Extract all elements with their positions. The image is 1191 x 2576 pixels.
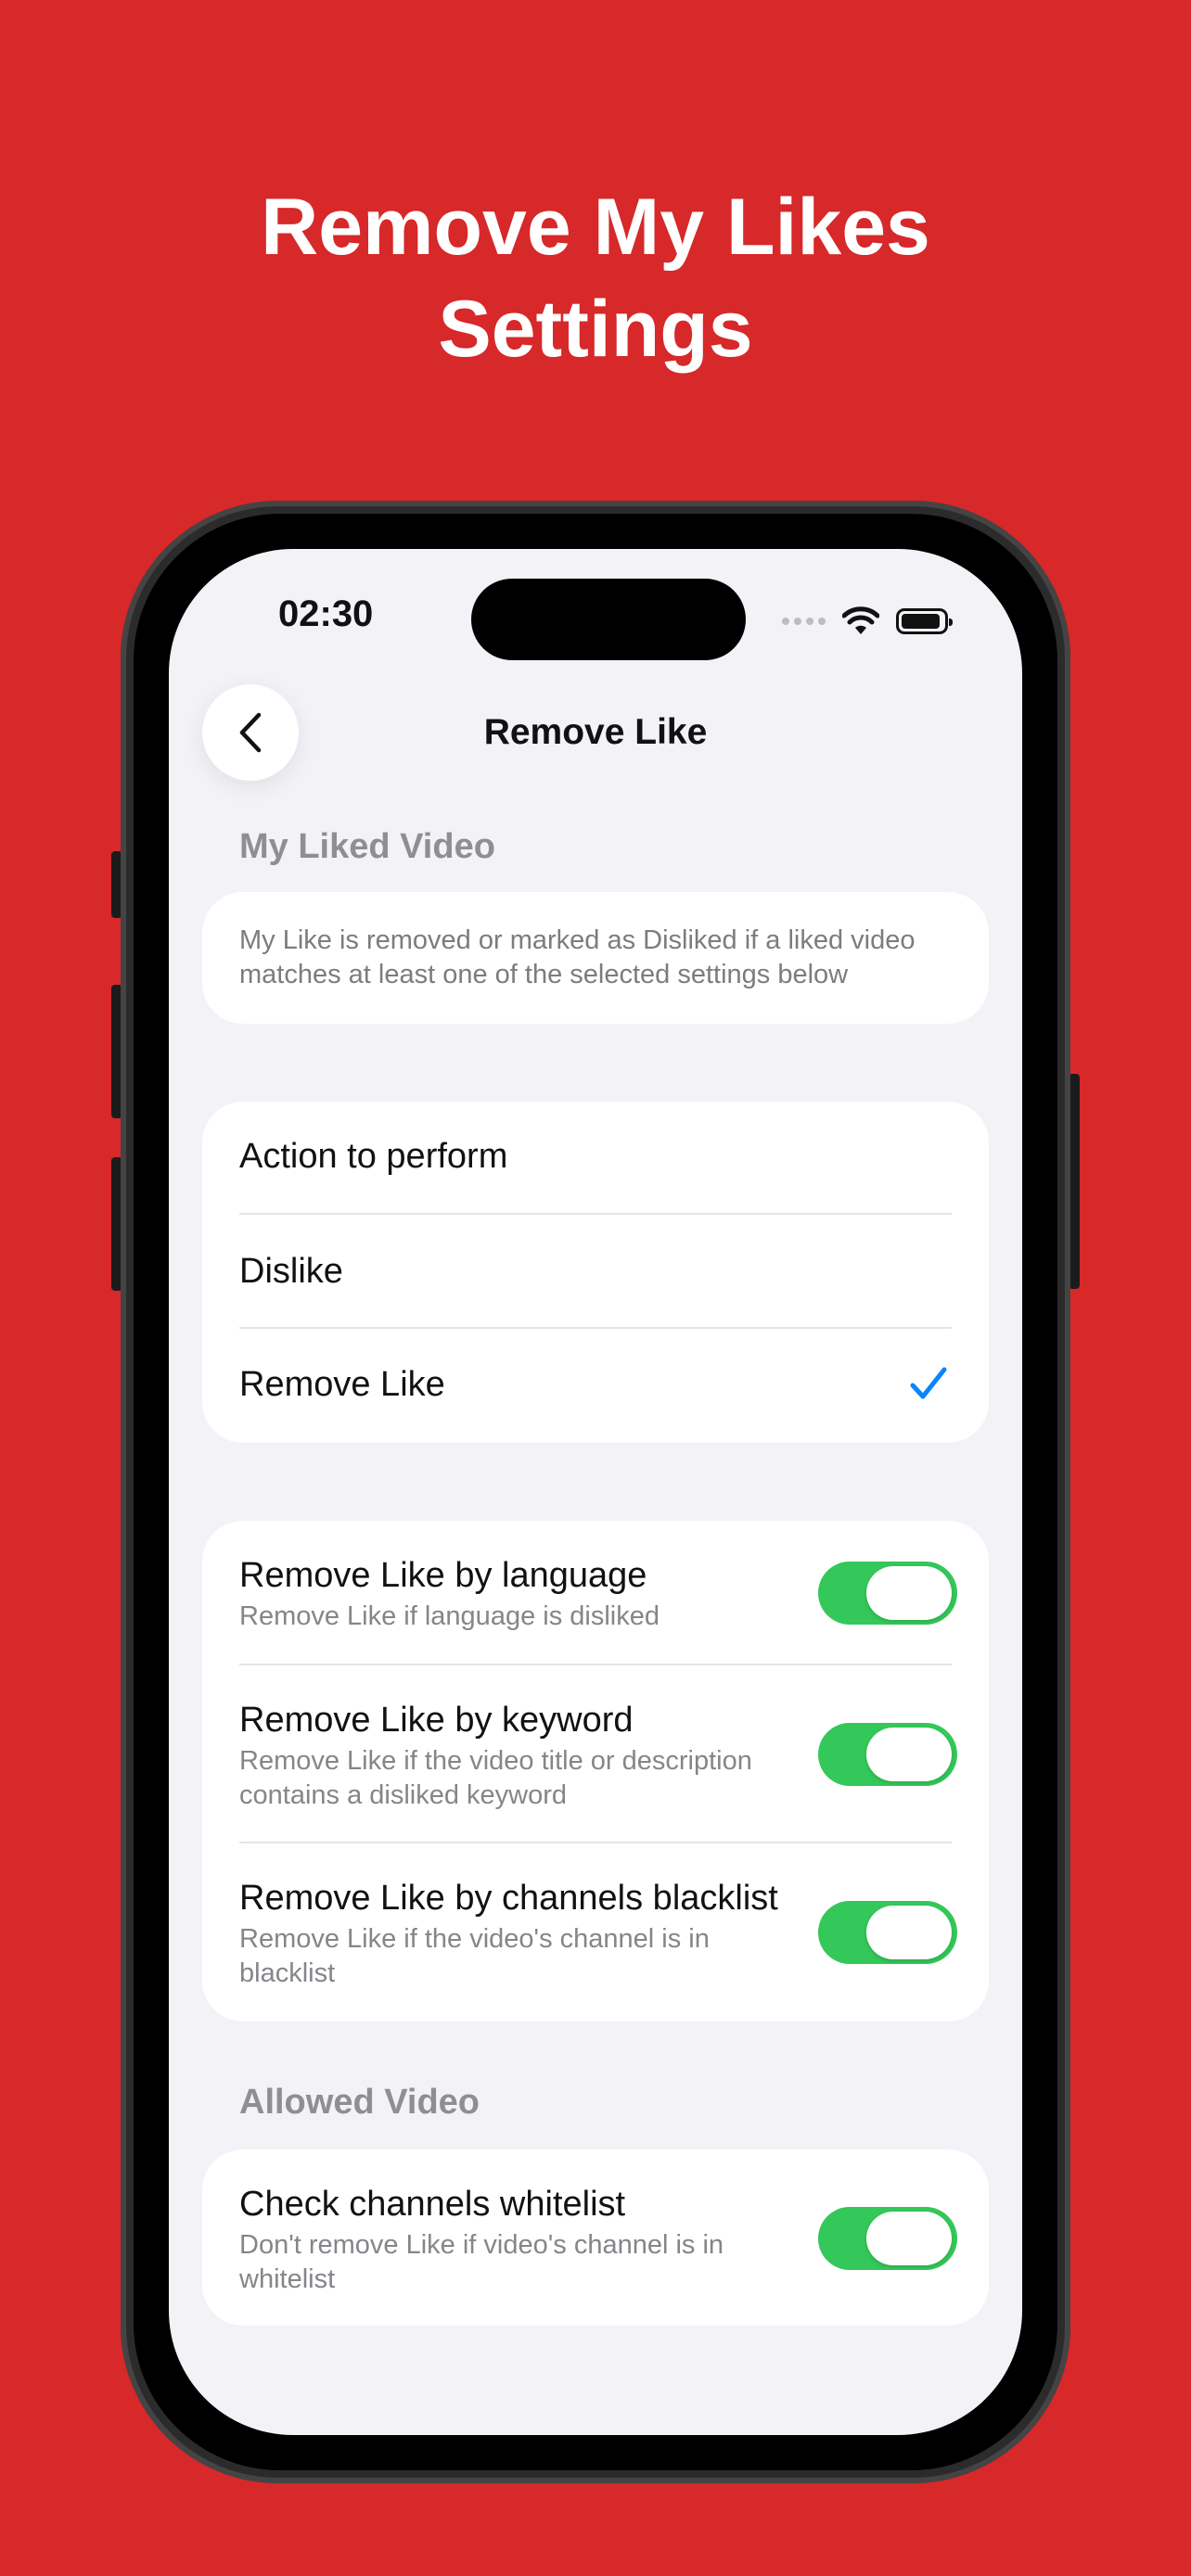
headline-line-2: Settings bbox=[438, 285, 753, 374]
checkmark-icon bbox=[910, 1367, 947, 1399]
option-remove-like[interactable]: Remove Like bbox=[239, 1365, 952, 1405]
signal-dots-icon bbox=[782, 618, 826, 625]
rule-title: Remove Like by keyword bbox=[239, 1701, 634, 1740]
option-label: Dislike bbox=[239, 1252, 343, 1291]
rule-row-keyword: Remove Like by keyword Remove Like if th… bbox=[239, 1701, 775, 1813]
divider bbox=[239, 1664, 952, 1665]
status-time: 02:30 bbox=[278, 593, 374, 634]
status-icons bbox=[782, 603, 953, 640]
toggle-keyword[interactable] bbox=[818, 1723, 957, 1786]
phone-bezel: 02:30 Remove Like My Liked Video My Like… bbox=[134, 514, 1057, 2470]
rule-subtitle: Remove Like if the video title or descri… bbox=[239, 1746, 752, 1810]
action-title-row: Action to perform bbox=[239, 1137, 952, 1177]
option-dislike[interactable]: Dislike bbox=[239, 1252, 952, 1292]
wifi-icon bbox=[842, 606, 879, 634]
allowed-card: Check channels whitelist Don't remove Li… bbox=[202, 2149, 989, 2326]
option-label: Remove Like bbox=[239, 1365, 445, 1404]
dynamic-island bbox=[471, 579, 746, 660]
promo-headline: Remove My Likes Settings bbox=[0, 176, 1191, 380]
section-header-my-liked-video: My Liked Video bbox=[239, 827, 495, 866]
divider bbox=[239, 1327, 952, 1329]
toggle-blacklist[interactable] bbox=[818, 1901, 957, 1964]
divider bbox=[239, 1842, 952, 1843]
phone-frame: 02:30 Remove Like My Liked Video My Like… bbox=[121, 501, 1070, 2483]
info-card: My Like is removed or marked as Disliked… bbox=[202, 892, 989, 1024]
info-text: My Like is removed or marked as Disliked… bbox=[239, 925, 916, 989]
rule-subtitle: Remove Like if the video's channel is in… bbox=[239, 1924, 710, 1988]
action-card: Action to perform Dislike Remove Like bbox=[202, 1102, 989, 1443]
battery-icon bbox=[896, 608, 953, 634]
rules-card: Remove Like by language Remove Like if l… bbox=[202, 1521, 989, 2021]
section-header-allowed-video: Allowed Video bbox=[239, 2083, 480, 2122]
page-title: Remove Like bbox=[483, 712, 708, 752]
phone-screen: 02:30 Remove Like My Liked Video My Like… bbox=[169, 549, 1022, 2435]
headline-line-1: Remove My Likes bbox=[261, 183, 930, 272]
action-title: Action to perform bbox=[239, 1137, 508, 1176]
toggle-language[interactable] bbox=[818, 1562, 957, 1625]
toggle-whitelist[interactable] bbox=[818, 2207, 957, 2270]
whitelist-subtitle: Don't remove Like if video's channel is … bbox=[239, 2230, 724, 2294]
divider bbox=[239, 1213, 952, 1215]
